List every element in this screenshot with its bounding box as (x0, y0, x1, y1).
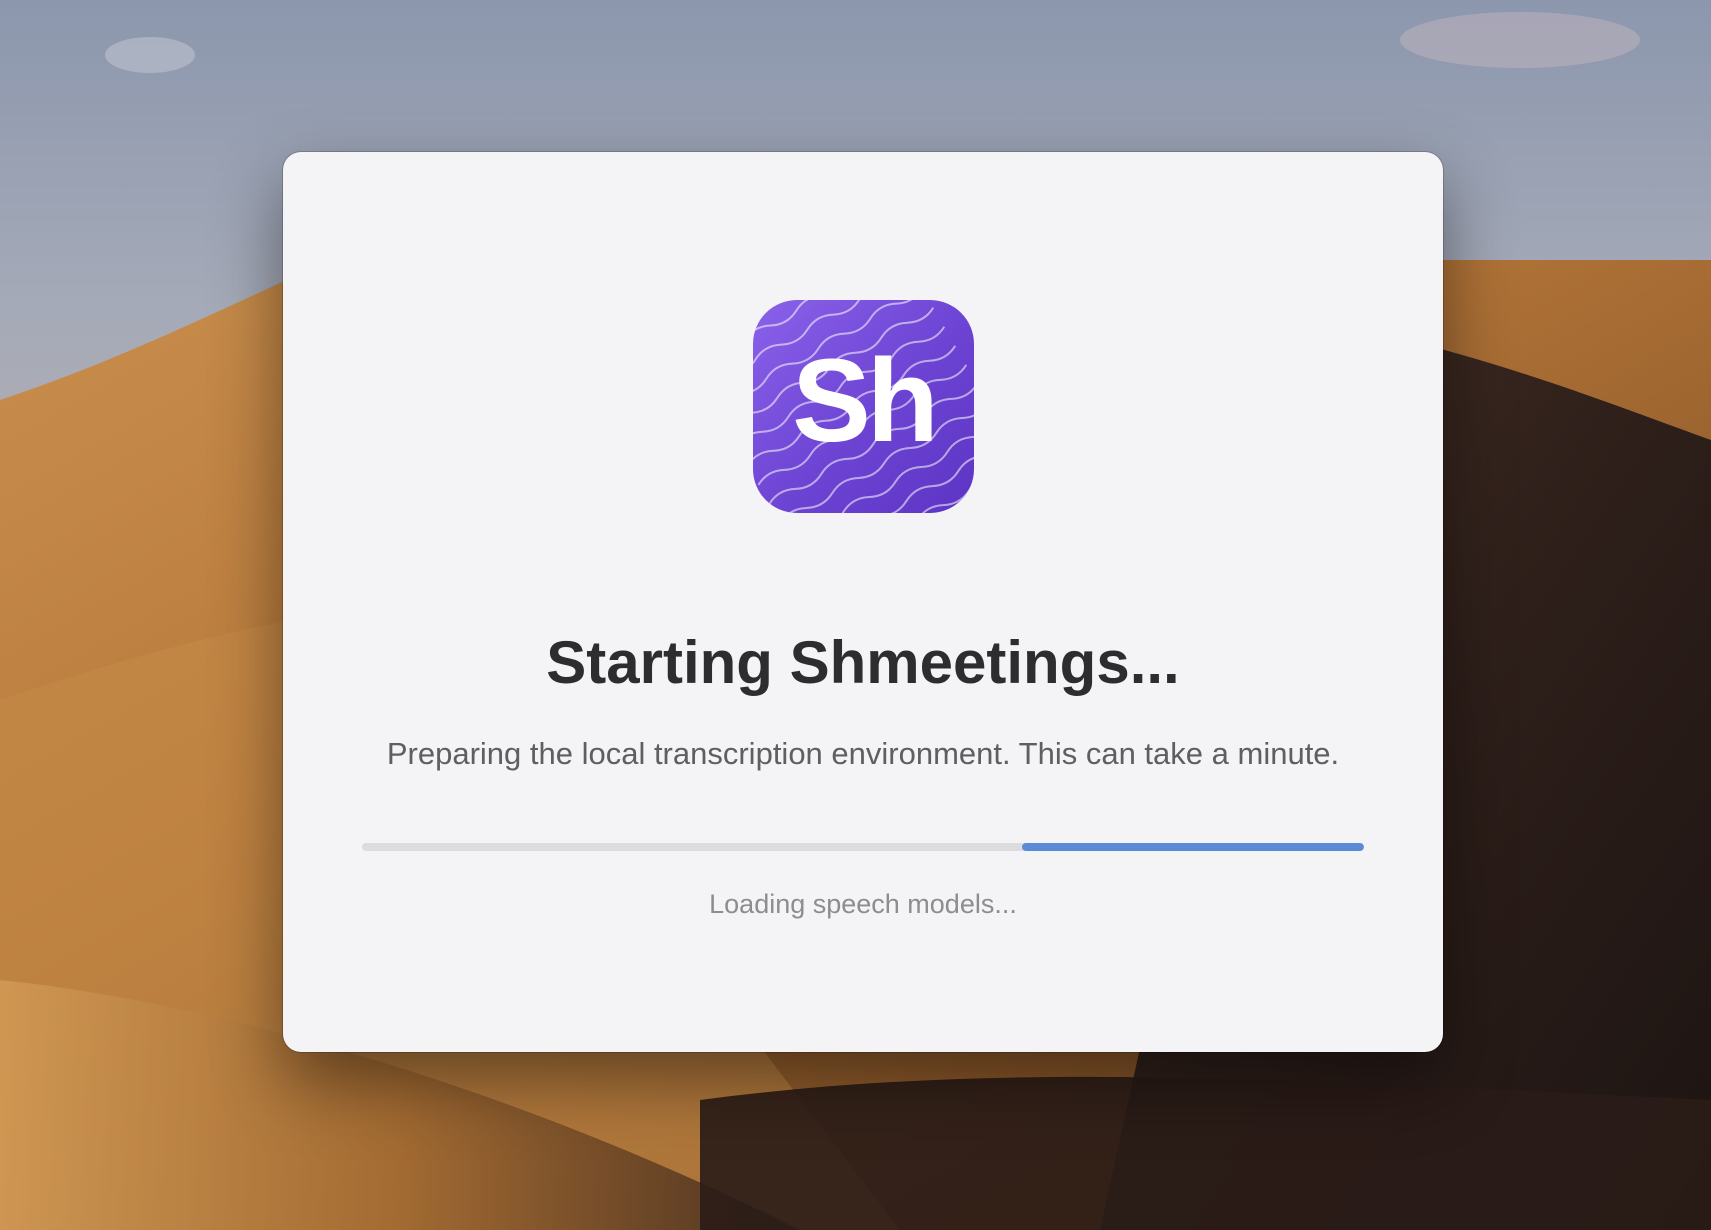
splash-title: Starting Shmeetings... (546, 629, 1180, 696)
splash-window: Sh Starting Shmeetings... Preparing the … (283, 152, 1443, 1052)
loading-status-text: Loading speech models... (709, 889, 1017, 919)
progress-indicator (1022, 843, 1364, 851)
loading-progress-bar (362, 843, 1364, 851)
shmeetings-app-icon: Sh (753, 300, 974, 513)
app-icon-monogram: Sh (792, 335, 939, 467)
splash-subtitle: Preparing the local transcription enviro… (386, 736, 1340, 771)
